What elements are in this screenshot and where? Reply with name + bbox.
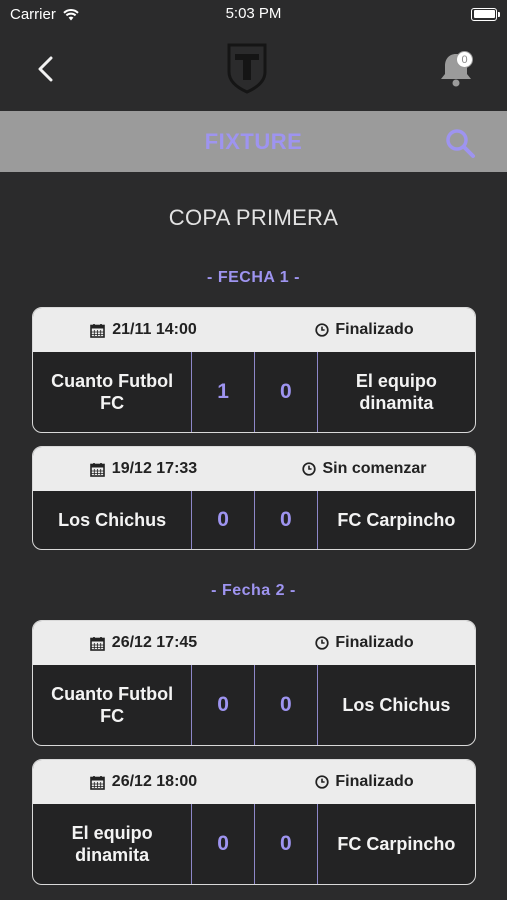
away-team: Los Chichus: [316, 665, 475, 745]
calendar-icon: [89, 636, 105, 651]
match-date-text: 19/12 17:33: [111, 460, 198, 477]
away-team: FC Carpincho: [316, 804, 475, 884]
match-date-text: 26/12 17:45: [111, 634, 198, 651]
battery-icon: [471, 7, 500, 21]
home-team: El equipo dinamita: [71, 823, 153, 865]
match-body: El equipo dinamita 0 0 FC Carpincho: [33, 804, 475, 884]
home-team: Los Chichus: [58, 510, 167, 530]
match-status: Finalizado: [254, 321, 475, 339]
notification-badge: 0: [456, 51, 473, 68]
match-date: 21/11 14:00: [33, 321, 254, 339]
title-banner: FIXTURE: [0, 111, 507, 172]
match-date: 26/12 17:45: [33, 634, 254, 652]
status-bar: Carrier 5:03 PM: [0, 0, 507, 28]
away-team: FC Carpincho: [316, 491, 475, 549]
match-status-text: Finalizado: [335, 773, 414, 790]
clock-icon: [315, 323, 330, 337]
round-title: - Fecha 2 -: [211, 582, 296, 599]
home-score: 0: [191, 804, 254, 884]
clock-icon: [315, 775, 330, 789]
match-status-text: Finalizado: [335, 634, 414, 651]
match-card[interactable]: 21/11 14:00 Finalizado Cuanto Futbol FC …: [32, 307, 476, 433]
home-team: Cuanto Futbol FC: [51, 684, 174, 726]
match-date: 19/12 17:33: [33, 460, 254, 478]
match-body: Cuanto Futbol FC 0 0 Los Chichus: [33, 665, 475, 745]
round-title: - FECHA 1 -: [207, 269, 300, 286]
calendar-icon: [89, 462, 105, 477]
club-logo: [227, 43, 267, 94]
calendar-icon: [90, 323, 106, 338]
away-score: 0: [254, 804, 317, 884]
away-score: 0: [254, 665, 317, 745]
search-icon[interactable]: [444, 127, 476, 159]
clock-icon: [302, 462, 317, 476]
match-header: 26/12 18:00 Finalizado: [33, 760, 475, 804]
home-score: 0: [191, 665, 254, 745]
home-score: 0: [191, 491, 254, 549]
back-arrow-icon[interactable]: [34, 56, 58, 82]
match-body: Cuanto Futbol FC 1 0 El equipo dinamita: [33, 352, 475, 432]
nav-bar: 0: [0, 28, 507, 111]
home-score: 1: [191, 352, 254, 432]
match-status: Sin comenzar: [254, 460, 475, 478]
away-team: El equipo dinamita: [316, 352, 475, 432]
home-team: Cuanto Futbol FC: [51, 371, 174, 413]
clock-icon: [315, 636, 330, 650]
match-date-text: 26/12 18:00: [111, 773, 198, 790]
status-time: 5:03 PM: [225, 5, 282, 22]
match-status-text: Sin comenzar: [322, 460, 427, 477]
match-date: 26/12 18:00: [33, 773, 254, 791]
match-card[interactable]: 26/12 17:45 Finalizado Cuanto Futbol FC …: [32, 620, 476, 746]
match-card[interactable]: 26/12 18:00 Finalizado El equipo dinamit…: [32, 759, 476, 885]
page-title: FIXTURE: [204, 128, 303, 154]
match-status-text: Finalizado: [335, 321, 414, 338]
away-score: 0: [254, 352, 317, 432]
match-header: 21/11 14:00 Finalizado: [33, 308, 475, 352]
match-card[interactable]: 19/12 17:33 Sin comenzar Los Chichus 0 0…: [32, 446, 476, 550]
match-header: 26/12 17:45 Finalizado: [33, 621, 475, 665]
notifications-button[interactable]: 0: [438, 48, 478, 90]
match-body: Los Chichus 0 0 FC Carpincho: [33, 491, 475, 549]
match-date-text: 21/11 14:00: [112, 321, 197, 338]
match-header: 19/12 17:33 Sin comenzar: [33, 447, 475, 491]
match-status: Finalizado: [254, 773, 475, 791]
tournament-title: COPA PRIMERA: [168, 205, 339, 230]
away-score: 0: [254, 491, 317, 549]
match-status: Finalizado: [254, 634, 475, 652]
calendar-icon: [89, 775, 105, 790]
